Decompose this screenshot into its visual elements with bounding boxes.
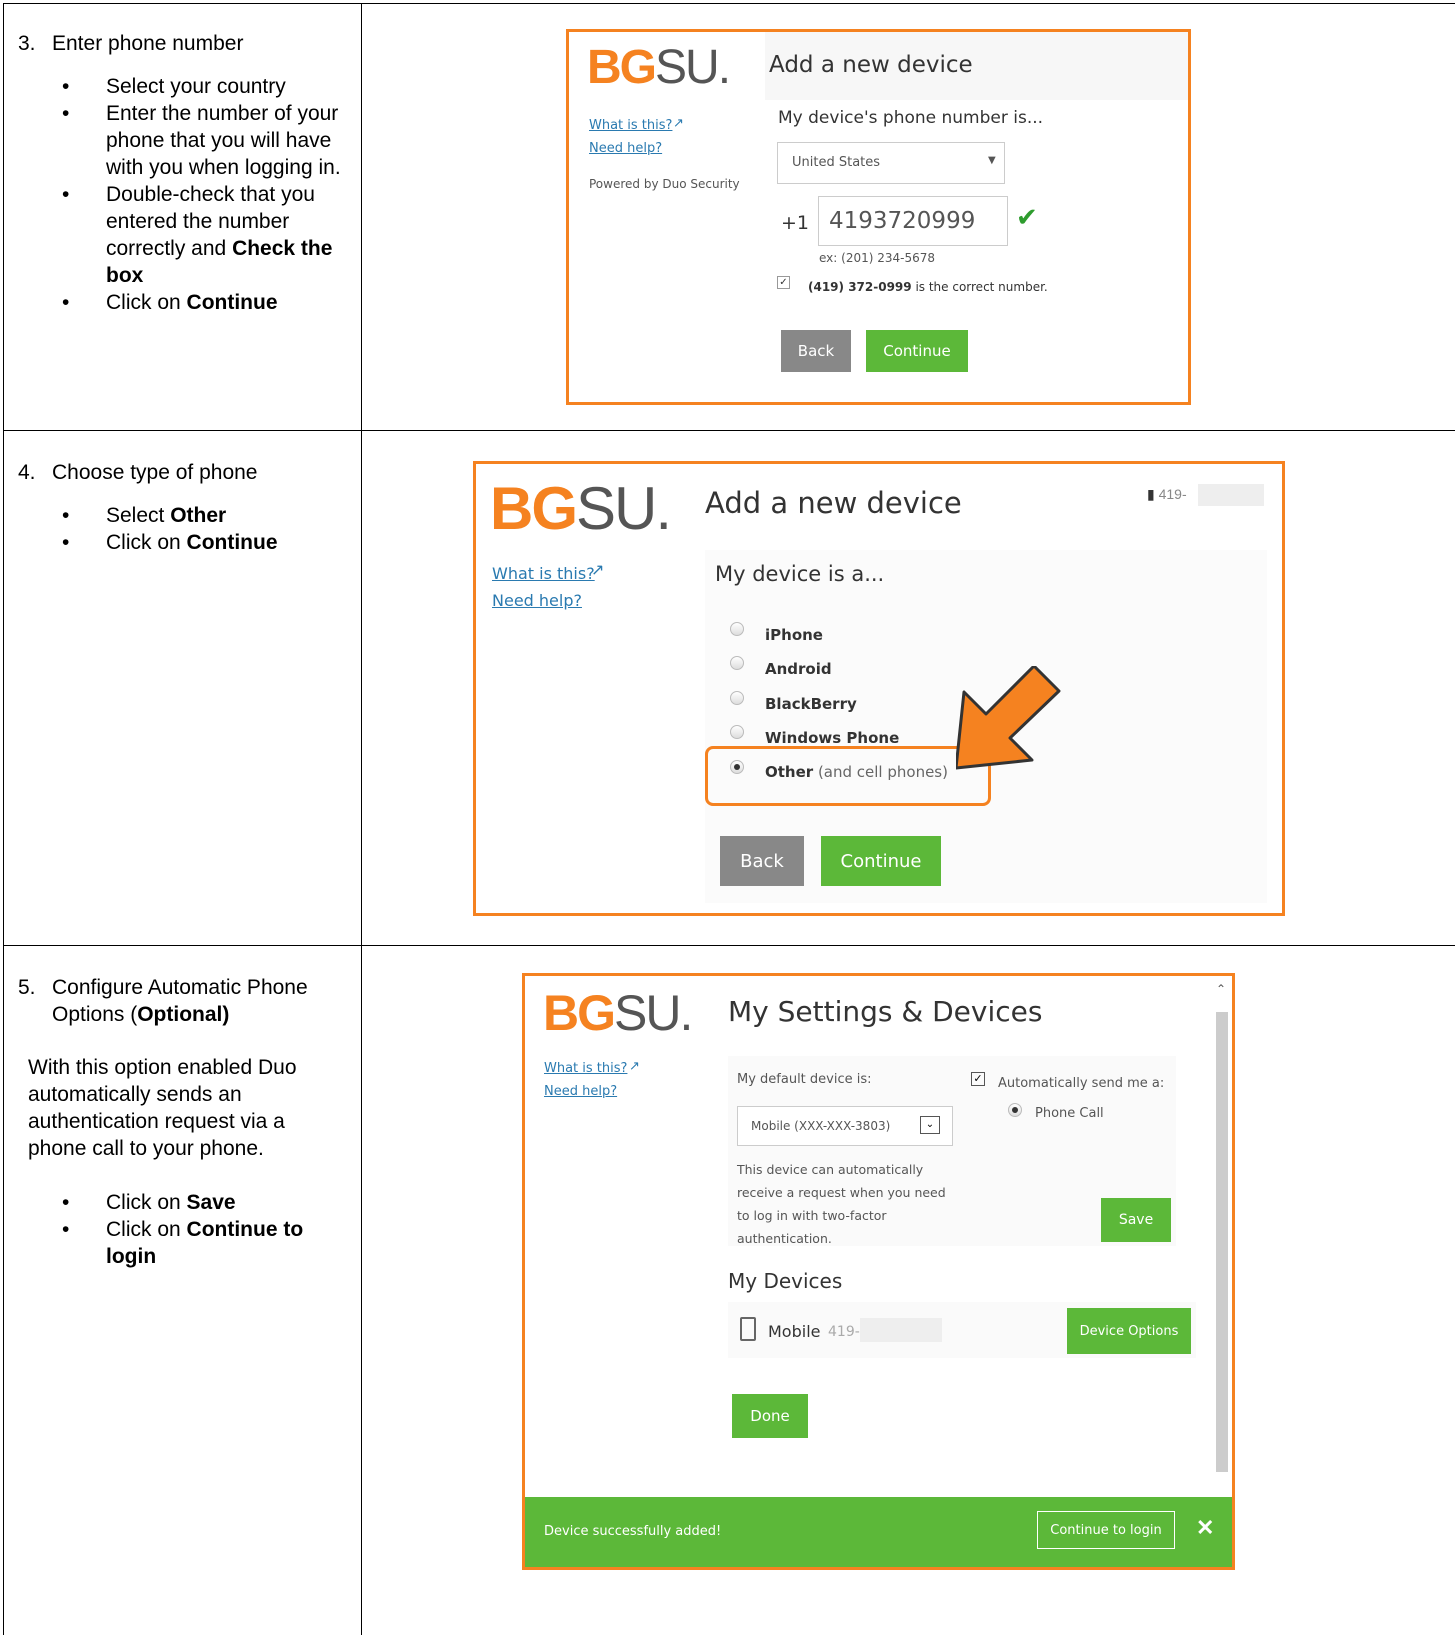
back-button[interactable]: Back <box>781 330 851 372</box>
chevron-down-icon: ⌄ <box>920 1116 940 1134</box>
step-title: Enter phone number <box>52 32 244 55</box>
auto-send-checkbox[interactable]: ✓ <box>971 1072 985 1086</box>
bullet: Click on Continue to login <box>12 1216 355 1270</box>
continue-to-login-button[interactable]: Continue to login <box>1037 1511 1175 1549</box>
device-description: This device can automatically receive a … <box>737 1162 946 1246</box>
step-number: 4. <box>18 461 36 484</box>
phone-call-option: Phone Call <box>1035 1106 1104 1121</box>
screenshot-settings: BGSU. What is this? ↗ Need help? My Sett… <box>522 973 1235 1570</box>
external-link-icon: ↗ <box>591 562 605 579</box>
option-blackberry: BlackBerry <box>765 695 857 713</box>
bullet: Click on Continue <box>12 529 355 556</box>
page-title: Add a new device <box>769 52 973 78</box>
step-5-text: 5. Configure Automatic Phone Options (Opt… <box>15 974 355 1270</box>
external-link-icon: ↗ <box>629 1058 640 1073</box>
device-name: Mobile <box>768 1322 821 1341</box>
device-options-button[interactable]: Device Options <box>1067 1308 1191 1354</box>
phone-question: My device's phone number is... <box>778 108 1044 128</box>
dropdown-arrow-icon: ▼ <box>988 155 996 166</box>
radio-iphone[interactable] <box>730 622 744 636</box>
need-help-link[interactable]: Need help? <box>492 591 582 610</box>
option-android: Android <box>765 660 832 678</box>
step-bullets: Select Other Click on Continue <box>12 502 355 556</box>
success-message: Device successfully added! <box>544 1524 722 1539</box>
radio-blackberry[interactable] <box>730 691 744 705</box>
back-button[interactable]: Back <box>720 836 804 886</box>
checkmark-icon: ✔ <box>1016 202 1038 232</box>
save-button[interactable]: Save <box>1101 1198 1171 1242</box>
step-4-text: 4. Choose type of phone Select Other Clic… <box>15 459 355 556</box>
what-is-this-link[interactable]: What is this? <box>589 118 672 133</box>
scrollbar[interactable]: ⌃ <box>1212 976 1232 1496</box>
confirm-text: (419) 372-0999 is the correct number. <box>808 280 1048 294</box>
bgsu-logo: BGSU. <box>490 475 672 542</box>
bgsu-logo: BGSU. <box>543 985 693 1041</box>
step-title: Choose type of phone <box>52 461 258 484</box>
step-bullets: Click on Save Click on Continue to login <box>12 1189 355 1270</box>
country-code: +1 <box>781 212 810 234</box>
device-number: 419- <box>828 1324 860 1340</box>
my-devices-header: My Devices <box>728 1269 843 1293</box>
scrollbar-thumb[interactable] <box>1216 1012 1228 1472</box>
phone-example: ex: (201) 234-5678 <box>819 251 935 265</box>
bullet: Select your country <box>12 73 355 100</box>
column-divider <box>361 3 362 1635</box>
step-bullets: Select your country Enter the number of … <box>12 73 355 316</box>
country-select[interactable]: United States ▼ <box>777 142 1005 184</box>
device-question: My device is a... <box>715 562 885 586</box>
arrow-pointer-icon <box>956 666 1061 770</box>
auto-send-label: Automatically send me a: <box>998 1076 1165 1091</box>
default-device-select[interactable]: Mobile (XXX-XXX-3803) ⌄ <box>737 1106 953 1146</box>
bullet: Enter the number of your phone that you … <box>12 100 355 181</box>
row-divider <box>3 945 1455 946</box>
default-device-label: My default device is: <box>737 1072 872 1087</box>
option-windows-phone: Windows Phone <box>765 729 900 747</box>
table-border-left <box>3 3 4 1635</box>
mobile-phone-icon <box>740 1317 756 1341</box>
success-banner: Device successfully added! Continue to l… <box>525 1497 1232 1567</box>
screenshot-add-phone: BGSU. What is this? ↗ Need help? Powered… <box>566 29 1191 405</box>
radio-windows-phone[interactable] <box>730 725 744 739</box>
row-divider <box>3 430 1455 431</box>
bullet: Click on Save <box>12 1189 355 1216</box>
external-link-icon: ↗ <box>673 115 684 130</box>
bgsu-logo: BGSU. <box>587 41 731 94</box>
step-paragraph: With this option enabled Duo automatical… <box>28 1056 297 1160</box>
redacted-number <box>860 1318 942 1342</box>
table-border-top <box>3 3 1455 4</box>
redacted-number <box>1198 484 1264 506</box>
continue-button[interactable]: Continue <box>866 330 968 372</box>
powered-by: Powered by Duo Security <box>589 177 740 191</box>
screenshot-device-type: BGSU. What is this? ↗ Need help? Add a n… <box>473 461 1285 916</box>
need-help-link[interactable]: Need help? <box>544 1084 617 1099</box>
highlight-box <box>705 746 991 806</box>
need-help-link[interactable]: Need help? <box>589 141 662 156</box>
close-icon[interactable]: ✕ <box>1196 1515 1214 1541</box>
page-title: Add a new device <box>705 486 962 520</box>
option-iphone: iPhone <box>765 626 823 644</box>
bullet: Double-check that you entered the number… <box>12 181 355 289</box>
page-title: My Settings & Devices <box>728 995 1043 1028</box>
bullet: Select Other <box>12 502 355 529</box>
radio-phone-call[interactable] <box>1008 1103 1022 1117</box>
continue-button[interactable]: Continue <box>821 836 941 886</box>
scroll-up-icon: ⌃ <box>1216 982 1227 996</box>
step-number: 3. <box>18 32 36 55</box>
confirm-checkbox[interactable]: ✓ <box>777 276 790 289</box>
radio-android[interactable] <box>730 656 744 670</box>
step-3-text: 3. Enter phone number Select your country… <box>15 30 355 316</box>
phone-input[interactable]: 4193720999 <box>818 196 1008 246</box>
phone-icon: ▮ <box>1147 486 1155 502</box>
bullet: Click on Continue <box>12 289 355 316</box>
phone-badge: ▮ 419- <box>1147 486 1187 502</box>
what-is-this-link[interactable]: What is this? <box>544 1061 627 1076</box>
done-button[interactable]: Done <box>732 1394 808 1438</box>
step-number: 5. <box>18 976 36 999</box>
what-is-this-link[interactable]: What is this? <box>492 564 595 583</box>
